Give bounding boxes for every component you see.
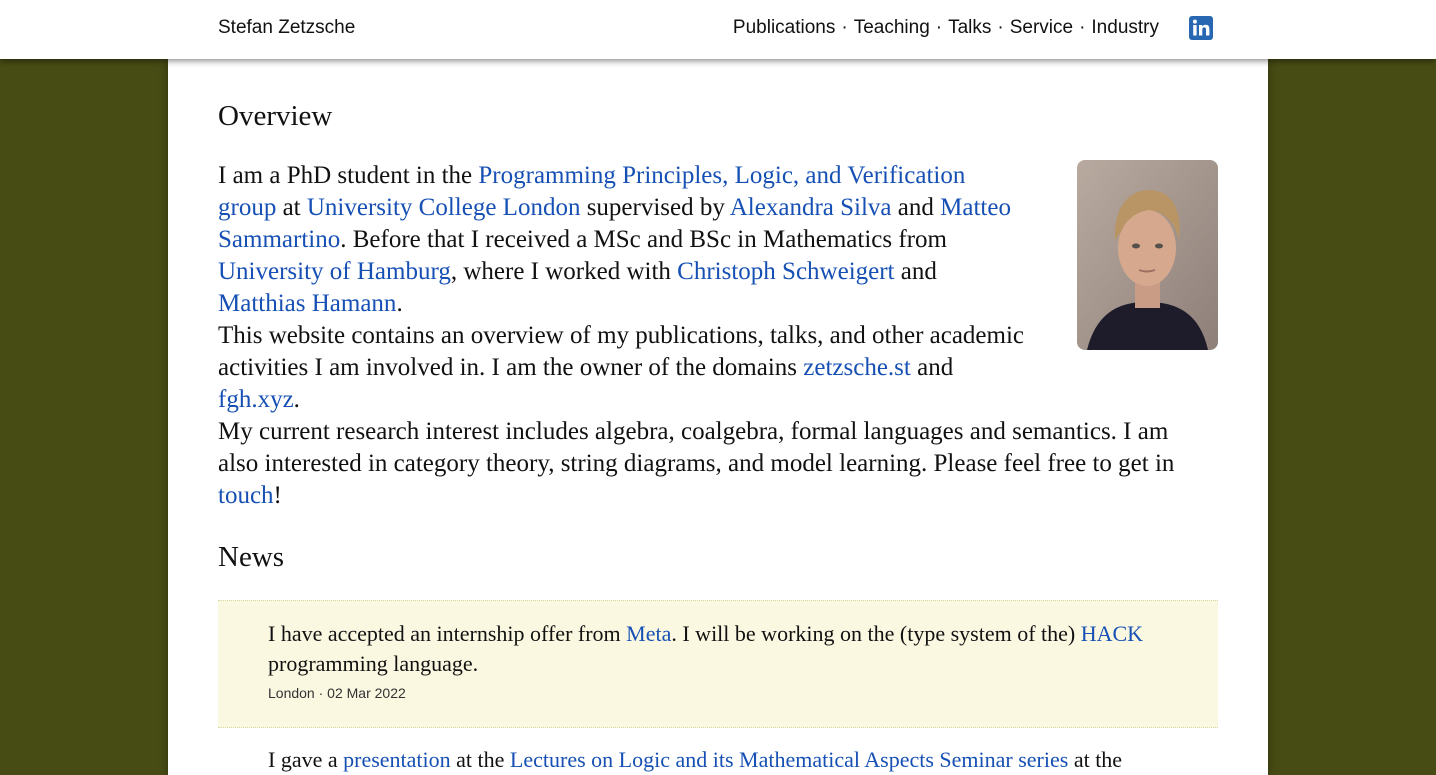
- news-text: I have accepted an internship offer from…: [218, 619, 1218, 679]
- overview-heading: Overview: [218, 100, 333, 132]
- research-paragraph: My current research interest includes al…: [218, 416, 1208, 512]
- intro-text: and: [891, 194, 941, 221]
- intro-paragraph: I am a PhD student in the Programming Pr…: [218, 160, 1028, 320]
- intro-text: .: [396, 290, 403, 317]
- site-name-link[interactable]: Stefan Zetzsche: [218, 17, 355, 39]
- research-text: My current research interest includes al…: [218, 418, 1175, 477]
- news-item: I have accepted an internship offer from…: [218, 600, 1218, 728]
- nav-separator: ·: [1079, 17, 1086, 38]
- news-heading: News: [218, 541, 285, 573]
- christoph-schweigert-link[interactable]: Christoph Schweigert: [677, 258, 894, 285]
- research-text: !: [273, 482, 282, 509]
- nav-separator: ·: [997, 17, 1004, 38]
- nav-teaching[interactable]: Teaching: [854, 17, 930, 38]
- nav-talks[interactable]: Talks: [948, 17, 991, 38]
- news-meta: London · 02 Mar 2022: [268, 685, 406, 701]
- news-fragment: programming language.: [268, 651, 479, 676]
- intro-text: supervised by: [580, 194, 730, 221]
- website-text: and: [910, 354, 954, 381]
- nav-separator: ·: [841, 17, 848, 38]
- intro-text: I am a PhD student in the: [218, 162, 479, 189]
- news-fragment: I gave a: [268, 747, 344, 772]
- alexandra-silva-link[interactable]: Alexandra Silva: [730, 194, 892, 221]
- meta-link[interactable]: Meta: [626, 621, 671, 646]
- nav-industry[interactable]: Industry: [1091, 17, 1159, 38]
- seminar-series-link[interactable]: Lectures on Logic and its Mathematical A…: [510, 747, 1068, 772]
- hack-link[interactable]: HACK: [1081, 621, 1143, 646]
- intro-text: and: [894, 258, 937, 285]
- news-fragment: at the: [1068, 747, 1123, 772]
- website-text: .: [293, 386, 300, 413]
- presentation-link[interactable]: presentation: [343, 747, 451, 772]
- fgh-domain-link[interactable]: fgh.xyz: [218, 386, 294, 413]
- intro-text: . Before that I received a MSc and BSc i…: [340, 226, 947, 253]
- nav-publications[interactable]: Publications: [733, 17, 835, 38]
- top-navbar: Stefan Zetzsche Publications · Teaching · Ta…: [0, 0, 1436, 59]
- matthias-hamann-link[interactable]: Matthias Hamann: [218, 290, 396, 317]
- profile-photo: [1077, 160, 1218, 350]
- hamburg-link[interactable]: University of Hamburg: [218, 258, 451, 285]
- contact-link[interactable]: touch: [218, 482, 274, 509]
- news-item: I gave a presentation at the Lectures on…: [218, 745, 1218, 775]
- content-page: Overview I am a PhD student in the Progr…: [168, 59, 1268, 775]
- zetzsche-domain-link[interactable]: zetzsche.st: [803, 354, 911, 381]
- news-fragment: I have accepted an internship offer from: [268, 621, 627, 646]
- news-fragment: at the: [450, 747, 510, 772]
- main-nav: Publications · Teaching · Talks · Service · Indu…: [733, 17, 1159, 39]
- news-fragment: . I will be working on the (type system …: [671, 621, 1081, 646]
- nav-service[interactable]: Service: [1010, 17, 1073, 38]
- nav-separator: ·: [935, 17, 943, 38]
- news-text: I gave a presentation at the Lectures on…: [218, 745, 1218, 775]
- website-paragraph: This website contains an overview of my …: [218, 320, 1028, 416]
- intro-text: at: [276, 194, 307, 221]
- linkedin-icon[interactable]: [1189, 16, 1213, 40]
- intro-text: , where I worked with: [450, 258, 678, 285]
- ucl-link[interactable]: University College London: [307, 194, 581, 221]
